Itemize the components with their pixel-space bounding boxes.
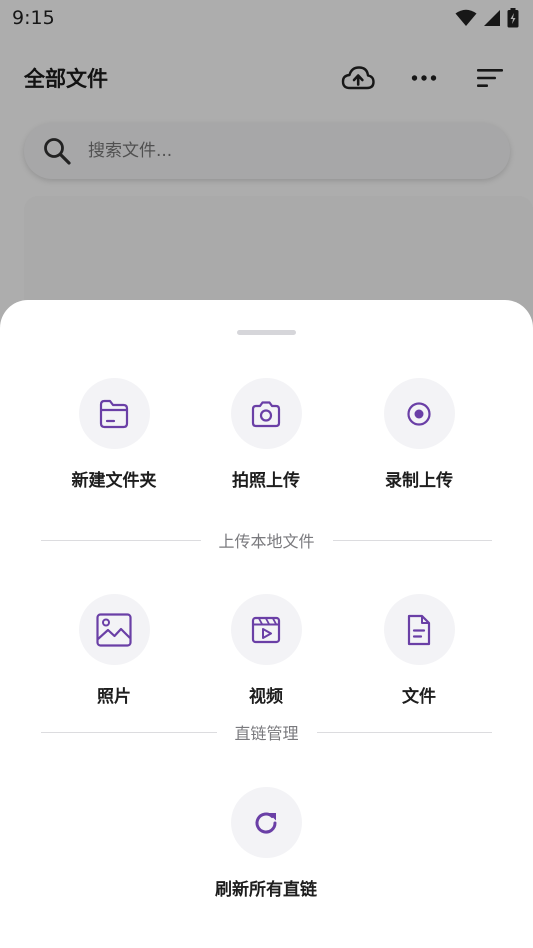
photos-label: 照片 [97,687,131,707]
divider-line [41,539,201,541]
direct-link-divider: 直链管理 [41,720,493,744]
upload-bottom-sheet: 新建文件夹 拍照上传 录制上传 上传本地文件 照片 视频 文件 直链管理 刷新所… [0,300,533,948]
photos-button[interactable]: 照片 [44,594,184,707]
camera-icon [251,400,281,427]
photos-icon-circle [78,594,150,665]
image-icon [96,612,132,647]
direct-link-row: 刷新所有直链 [0,787,533,907]
file-icon [407,614,431,645]
local-files-title: 上传本地文件 [218,532,315,551]
video-icon [251,616,281,643]
folder-icon [99,399,129,428]
refresh-icon [255,812,277,833]
files-button[interactable]: 文件 [349,594,489,707]
record-upload-button[interactable]: 录制上传 [349,378,489,491]
videos-icon-circle [230,594,302,665]
record-icon-circle [383,378,455,449]
screen: 9:15 全部文件 搜索文件... 新建文件夹 拍照上传 录制上传 上传本地文件… [0,0,533,948]
take-photo-label: 拍照上传 [232,471,300,491]
refresh-all-links-label: 刷新所有直链 [215,880,317,900]
new-folder-button[interactable]: 新建文件夹 [44,378,184,491]
files-icon-circle [383,594,455,665]
new-folder-label: 新建文件夹 [71,471,157,491]
divider-line [316,731,493,733]
local-files-row: 照片 视频 文件 [0,594,533,714]
videos-label: 视频 [249,687,283,707]
take-photo-icon-circle [230,378,302,449]
divider-line [41,731,217,733]
new-folder-icon-circle [78,378,150,449]
drag-handle[interactable] [237,330,296,335]
refresh-all-links-button[interactable]: 刷新所有直链 [196,787,336,900]
direct-link-title: 直链管理 [234,724,299,743]
videos-button[interactable]: 视频 [196,594,336,707]
quick-actions-row: 新建文件夹 拍照上传 录制上传 [0,378,533,498]
files-label: 文件 [402,687,436,707]
refresh-icon-circle [230,787,302,858]
record-icon [407,401,431,426]
record-upload-label: 录制上传 [385,471,453,491]
take-photo-upload-button[interactable]: 拍照上传 [196,378,336,491]
divider-line [332,539,493,541]
local-files-divider: 上传本地文件 [41,528,493,552]
